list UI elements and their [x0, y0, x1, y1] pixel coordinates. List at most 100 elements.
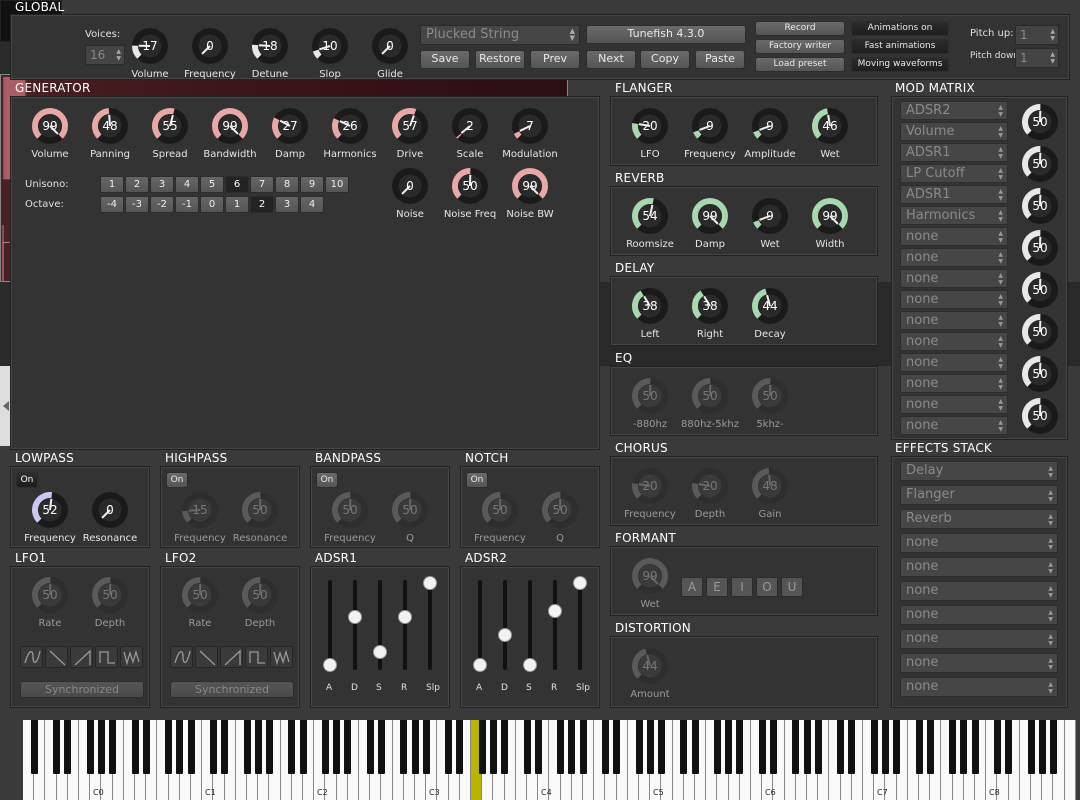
wave-square-icon[interactable] — [95, 646, 118, 668]
unisono-cell[interactable]: 3 — [150, 176, 174, 193]
black-key[interactable] — [926, 720, 934, 774]
mod-amount-knob[interactable]: 50 — [1020, 228, 1060, 268]
global-knob-frequency[interactable]: 0 — [190, 26, 230, 66]
flanger-knob-2[interactable]: 9 — [750, 106, 790, 146]
unisono-cell[interactable]: 10 — [325, 176, 349, 193]
mod-source-combo[interactable]: ADSR2 ▲ ▼ — [900, 101, 1008, 120]
adsr2-slider-thumb[interactable] — [548, 603, 562, 618]
flanger-knob-1[interactable]: 9 — [690, 106, 730, 146]
black-key[interactable] — [243, 720, 251, 774]
black-key[interactable] — [814, 720, 822, 774]
octave-cell[interactable]: 4 — [300, 196, 324, 213]
effects-stack-combo[interactable]: Flanger ▲ ▼ — [900, 485, 1058, 505]
restore-button[interactable]: Restore — [475, 50, 525, 69]
load-preset-button[interactable]: Load preset — [755, 57, 845, 72]
black-key[interactable] — [254, 720, 262, 774]
mod-target-combo[interactable]: none ▲ ▼ — [900, 374, 1008, 393]
unisono-cell[interactable]: 5 — [200, 176, 224, 193]
adsr1-slider-track[interactable] — [353, 580, 357, 670]
adsr2-slider-track[interactable] — [578, 580, 582, 670]
unisono-cell[interactable]: 6 — [225, 176, 249, 193]
generator-knob-harmonics[interactable]: 26 — [330, 106, 370, 146]
vowel-u-button[interactable]: U — [781, 577, 803, 597]
moving-waveforms-toggle[interactable]: Moving waveforms — [851, 57, 949, 72]
black-key[interactable] — [646, 720, 654, 774]
adsr2-slider-track[interactable] — [528, 580, 532, 670]
formant-knob[interactable]: 99 — [630, 556, 670, 596]
black-key[interactable] — [400, 720, 408, 774]
black-key[interactable] — [613, 720, 621, 774]
wave-sine-icon[interactable] — [170, 646, 193, 668]
black-key[interactable] — [960, 720, 968, 774]
unisono-cell[interactable]: 9 — [300, 176, 324, 193]
black-key[interactable] — [142, 720, 150, 774]
adsr2-slider-thumb[interactable] — [473, 658, 487, 672]
lfo2-knob-rate[interactable]: 50 — [180, 575, 220, 615]
black-key[interactable] — [109, 720, 117, 774]
next-button[interactable]: Next — [586, 50, 636, 69]
effects-stack-combo[interactable]: none ▲ ▼ — [900, 653, 1058, 673]
effects-stack-combo[interactable]: none ▲ ▼ — [900, 557, 1058, 577]
preset-combo[interactable]: Plucked String ▲ ▼ — [420, 25, 580, 45]
unisono-cell[interactable]: 1 — [100, 176, 124, 193]
mod-amount-knob[interactable]: 50 — [1020, 144, 1060, 184]
animations-toggle[interactable]: Animations on — [851, 21, 949, 36]
black-key[interactable] — [534, 720, 542, 774]
black-key[interactable] — [478, 720, 486, 774]
black-key[interactable] — [1005, 720, 1013, 774]
lowpass-knob-frequency[interactable]: 52 — [30, 490, 70, 530]
black-key[interactable] — [523, 720, 531, 774]
black-key[interactable] — [377, 720, 385, 774]
black-key[interactable] — [870, 720, 878, 774]
voices-spinbox[interactable]: 16 ▲ ▼ — [85, 45, 125, 65]
octave-cell[interactable]: 0 — [200, 196, 224, 213]
effects-stack-combo[interactable]: Delay ▲ ▼ — [900, 461, 1058, 481]
adsr1-slider-thumb[interactable] — [373, 644, 387, 659]
notch-on-toggle[interactable]: On — [466, 472, 488, 488]
delay-knob-0[interactable]: 38 — [630, 286, 670, 326]
vowel-o-button[interactable]: O — [756, 577, 778, 597]
paste-button[interactable]: Paste — [695, 50, 745, 69]
mod-source-combo[interactable]: none ▲ ▼ — [900, 227, 1008, 246]
adsr2-slider-thumb[interactable] — [573, 576, 587, 590]
notch-knob-q[interactable]: 50 — [540, 490, 580, 530]
black-key[interactable] — [736, 720, 744, 774]
eq-knob-1[interactable]: 50 — [690, 376, 730, 416]
wave-noise-icon[interactable] — [270, 646, 293, 668]
octave-cell[interactable]: 3 — [275, 196, 299, 213]
black-key[interactable] — [131, 720, 139, 774]
octave-cell[interactable]: 1 — [225, 196, 249, 213]
flanger-knob-0[interactable]: 20 — [630, 106, 670, 146]
distortion-knob[interactable]: 44 — [630, 646, 670, 686]
black-key[interactable] — [53, 720, 61, 774]
global-knob-slop[interactable]: 10 — [310, 26, 350, 66]
black-key[interactable] — [881, 720, 889, 774]
black-key[interactable] — [758, 720, 766, 774]
wave-saw-down-icon[interactable] — [45, 646, 68, 668]
mod-target-combo[interactable]: none ▲ ▼ — [900, 416, 1008, 435]
black-key[interactable] — [333, 720, 341, 774]
noise-knob-2[interactable]: 99 — [510, 166, 550, 206]
highpass-knob-resonance[interactable]: 50 — [240, 490, 280, 530]
reverb-knob-2[interactable]: 9 — [750, 196, 790, 236]
generator-knob-modulation[interactable]: 7 — [510, 106, 550, 146]
flanger-knob-3[interactable]: 46 — [810, 106, 850, 146]
black-key[interactable] — [568, 720, 576, 774]
black-key[interactable] — [456, 720, 464, 774]
prev-button[interactable]: Prev — [530, 50, 580, 69]
adsr1-slider-thumb[interactable] — [323, 658, 337, 672]
mod-amount-knob[interactable]: 50 — [1020, 396, 1060, 436]
white-key[interactable] — [1064, 720, 1076, 800]
black-key[interactable] — [299, 720, 307, 774]
mod-source-combo[interactable]: none ▲ ▼ — [900, 353, 1008, 372]
adsr1-slider-track[interactable] — [403, 580, 407, 670]
mod-target-combo[interactable]: none ▲ ▼ — [900, 290, 1008, 309]
black-key[interactable] — [366, 720, 374, 774]
black-key[interactable] — [713, 720, 721, 774]
delay-knob-1[interactable]: 38 — [690, 286, 730, 326]
mod-amount-knob[interactable]: 50 — [1020, 312, 1060, 352]
reverb-knob-3[interactable]: 99 — [810, 196, 850, 236]
global-knob-detune[interactable]: 18 — [250, 26, 290, 66]
adsr2-slider-track[interactable] — [553, 580, 557, 670]
lfo1-sync-button[interactable]: Synchronized — [20, 681, 144, 698]
